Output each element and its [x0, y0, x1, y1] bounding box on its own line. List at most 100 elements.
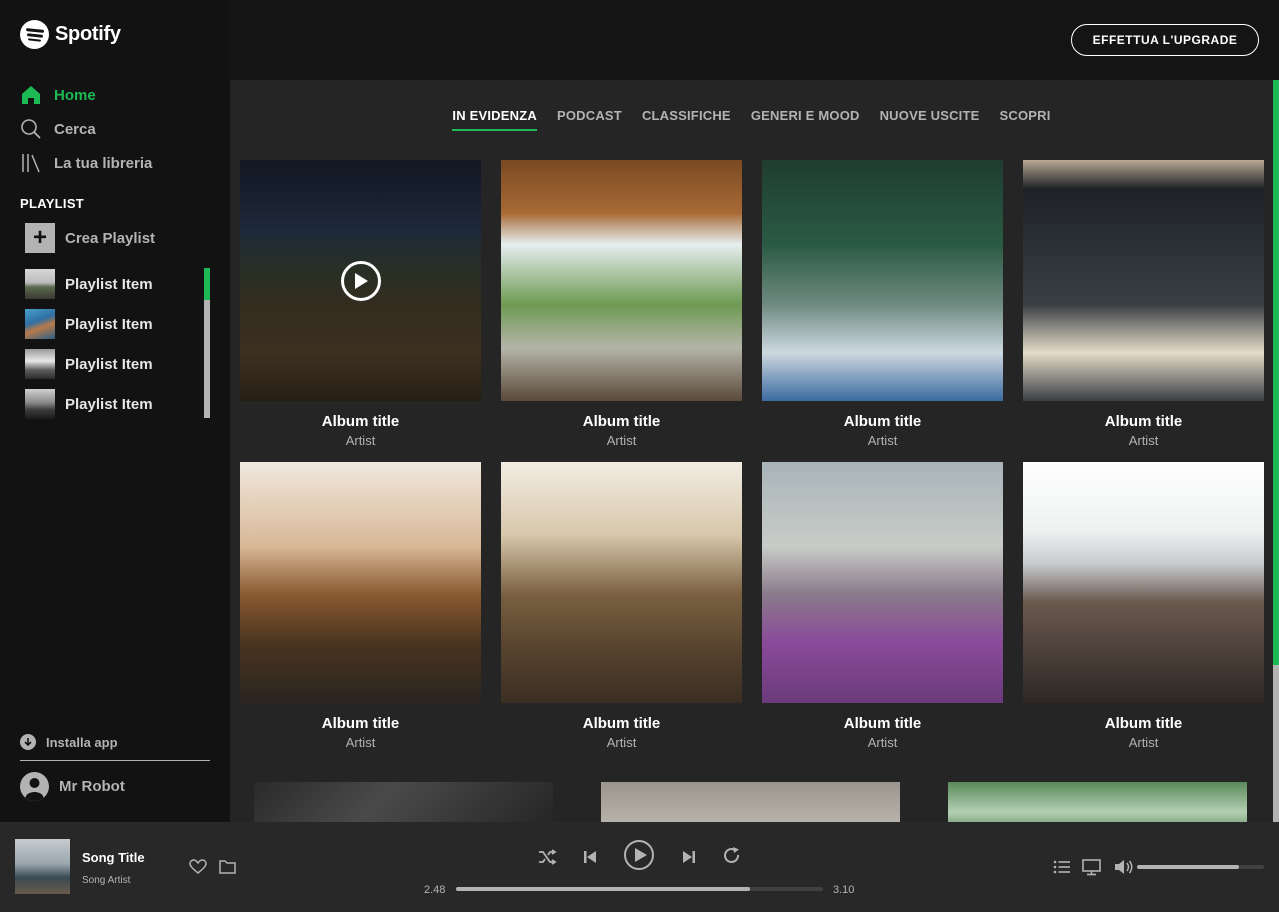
create-playlist-label: Crea Playlist — [65, 229, 156, 247]
album-artist[interactable]: Artist — [762, 433, 1003, 448]
album-cover — [1023, 160, 1264, 401]
playlist-header: PLAYLIST — [20, 196, 85, 211]
album-cover — [240, 462, 481, 703]
playlist-item[interactable]: Playlist Item — [25, 264, 153, 304]
album-title[interactable]: Album title — [762, 715, 1003, 732]
top-bar: EFFETTUA L'UPGRADE — [230, 0, 1279, 80]
tab-classifiche[interactable]: CLASSIFICHE — [642, 108, 731, 131]
album-card[interactable]: Album title Artist — [501, 462, 742, 750]
album-card[interactable]: Album title Artist — [1023, 160, 1264, 448]
album-card[interactable]: Album title Artist — [240, 462, 481, 750]
devices-icon[interactable] — [1082, 858, 1101, 876]
progress-fill[interactable] — [456, 887, 750, 891]
spotify-logo[interactable]: Spotify — [20, 20, 121, 49]
playlist-item-label: Playlist Item — [65, 315, 153, 333]
album-title[interactable]: Album title — [240, 715, 481, 732]
search-icon — [20, 118, 42, 140]
album-artist[interactable]: Artist — [1023, 433, 1264, 448]
album-card[interactable]: Album title Artist — [501, 160, 742, 448]
album-cover — [1023, 462, 1264, 703]
playlist-thumbnail — [25, 389, 55, 419]
next-icon[interactable] — [680, 847, 698, 867]
main-scrollbar[interactable] — [1273, 80, 1279, 822]
album-cover — [762, 462, 1003, 703]
playlist-thumbnail — [25, 349, 55, 379]
heart-icon[interactable] — [189, 858, 207, 876]
playlist-thumbnail — [25, 309, 55, 339]
user-profile[interactable]: Mr Robot — [20, 772, 125, 801]
playlist-item[interactable]: Playlist Item — [25, 384, 153, 424]
spotify-logo-icon — [20, 20, 49, 49]
tab-generi-e-mood[interactable]: GENERI E MOOD — [751, 108, 860, 131]
album-cover[interactable] — [601, 782, 900, 822]
album-artist[interactable]: Artist — [1023, 735, 1264, 750]
album-title[interactable]: Album title — [1023, 715, 1264, 732]
volume-slider[interactable] — [1137, 865, 1264, 869]
folder-icon[interactable] — [219, 859, 236, 874]
album-card[interactable]: Album title Artist — [762, 462, 1003, 750]
tab-podcast[interactable]: PODCAST — [557, 108, 622, 131]
brand-name: Spotify — [55, 23, 121, 45]
previous-icon[interactable] — [581, 847, 599, 867]
album-cover[interactable] — [948, 782, 1247, 822]
album-cover — [501, 160, 742, 401]
progress-bar[interactable] — [456, 887, 823, 891]
album-cover — [240, 160, 481, 401]
album-title[interactable]: Album title — [762, 413, 1003, 430]
upgrade-button[interactable]: EFFETTUA L'UPGRADE — [1071, 24, 1259, 56]
tab-in-evidenza[interactable]: IN EVIDENZA — [452, 108, 537, 131]
album-title[interactable]: Album title — [501, 715, 742, 732]
album-artist[interactable]: Artist — [240, 735, 481, 750]
playlist-scrollbar[interactable] — [204, 268, 210, 418]
play-icon[interactable] — [340, 260, 381, 301]
album-card[interactable]: Album title Artist — [1023, 462, 1264, 750]
album-artist[interactable]: Artist — [762, 735, 1003, 750]
play-button[interactable] — [623, 839, 655, 871]
playlist-scrollbar-thumb[interactable] — [204, 268, 210, 300]
album-card[interactable]: Album title Artist — [762, 160, 1003, 448]
player-bar: Song Title Song Artist 2.48 3.10 — [0, 822, 1279, 912]
download-icon — [20, 734, 36, 750]
playlist-item[interactable]: Playlist Item — [25, 304, 153, 344]
playlist-item-label: Playlist Item — [65, 395, 153, 413]
user-name: Mr Robot — [59, 778, 125, 795]
album-artist[interactable]: Artist — [501, 735, 742, 750]
song-artist[interactable]: Song Artist — [82, 875, 130, 886]
install-app-link[interactable]: Installa app — [20, 734, 118, 750]
playlist-thumbnail — [25, 269, 55, 299]
volume-fill[interactable] — [1137, 865, 1239, 869]
album-cover — [762, 160, 1003, 401]
main-scrollbar-thumb[interactable] — [1273, 80, 1279, 665]
playlist-list: Playlist Item Playlist Item Playlist Ite… — [25, 264, 153, 424]
album-title[interactable]: Album title — [501, 413, 742, 430]
main-content: IN EVIDENZA PODCAST CLASSIFICHE GENERI E… — [230, 80, 1273, 822]
nav-item-label: Cerca — [54, 120, 96, 138]
tab-scopri[interactable]: SCOPRI — [1000, 108, 1051, 131]
album-artist[interactable]: Artist — [501, 433, 742, 448]
album-title[interactable]: Album title — [1023, 413, 1264, 430]
playlist-item[interactable]: Playlist Item — [25, 344, 153, 384]
create-playlist-button[interactable]: + Crea Playlist — [25, 223, 155, 253]
browse-tabs: IN EVIDENZA PODCAST CLASSIFICHE GENERI E… — [230, 108, 1273, 131]
album-title[interactable]: Album title — [240, 413, 481, 430]
total-time: 3.10 — [833, 884, 855, 896]
song-title[interactable]: Song Title — [82, 850, 145, 865]
now-playing-cover[interactable] — [15, 839, 70, 894]
playlist-item-label: Playlist Item — [65, 355, 153, 373]
home-icon — [20, 84, 42, 106]
album-artist[interactable]: Artist — [240, 433, 481, 448]
nav-item-search[interactable]: Cerca — [20, 112, 152, 146]
album-card[interactable]: Album title Artist — [240, 160, 481, 448]
nav-item-library[interactable]: La tua libreria — [20, 146, 152, 180]
album-cover[interactable] — [254, 782, 553, 822]
play-overlay[interactable] — [240, 160, 481, 401]
volume-icon[interactable] — [1114, 858, 1134, 876]
queue-icon[interactable] — [1053, 858, 1071, 876]
shuffle-icon[interactable] — [537, 847, 557, 867]
main-scrollbar-track[interactable] — [1273, 665, 1279, 822]
install-app-label: Installa app — [46, 734, 118, 750]
nav-item-home[interactable]: Home — [20, 78, 152, 112]
tab-nuove-uscite[interactable]: NUOVE USCITE — [880, 108, 980, 131]
repeat-icon[interactable] — [722, 846, 742, 866]
sidebar-divider — [20, 760, 210, 761]
